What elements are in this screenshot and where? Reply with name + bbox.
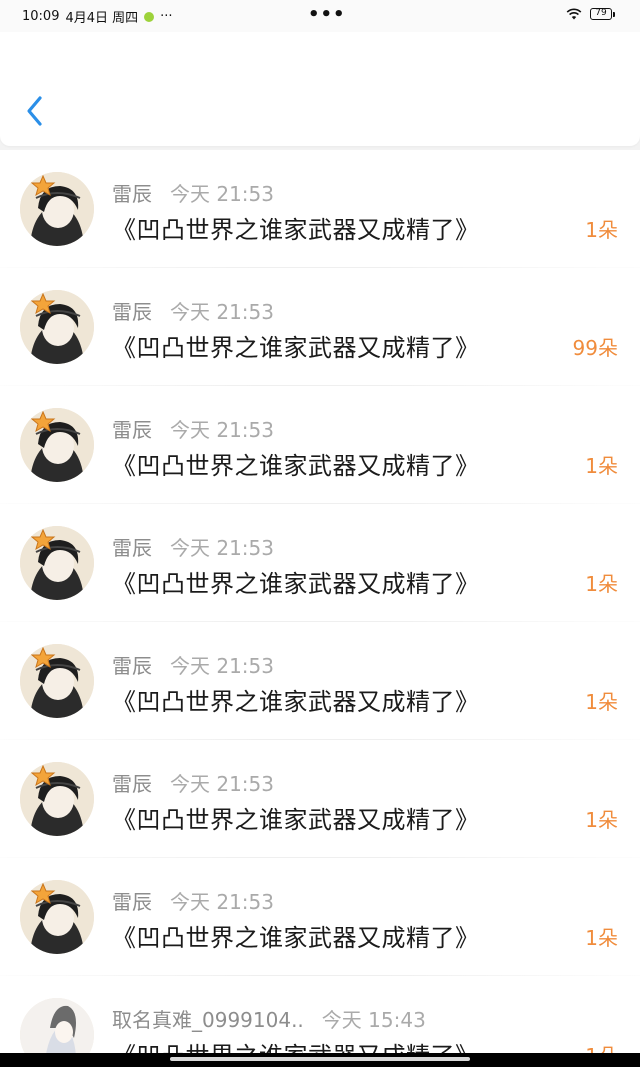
date: 4月4日 周四: [65, 11, 139, 26]
timestamp: 今天 21:53: [170, 182, 274, 206]
timestamp: 今天 21:53: [170, 890, 274, 914]
avatar[interactable]: [20, 880, 94, 954]
avatar-image-icon: [20, 644, 94, 718]
sender-name[interactable]: 雷辰: [112, 772, 152, 796]
system-home-bar: [0, 1053, 640, 1067]
clock: 10:09: [22, 9, 60, 24]
flower-count: 1朵: [585, 690, 618, 714]
sender-line: 雷辰 今天 21:53: [112, 178, 274, 207]
avatar-image-icon: [20, 762, 94, 836]
window-dots-icon[interactable]: •••: [308, 4, 346, 25]
more-notifications-icon: ···: [160, 9, 173, 24]
sender-line: 雷辰 今天 21:53: [112, 414, 274, 443]
sender-line: 雷辰 今天 21:53: [112, 886, 274, 915]
book-title[interactable]: 《凹凸世界之谁家武器又成精了》: [112, 800, 480, 835]
list-item[interactable]: 雷辰 今天 21:53 《凹凸世界之谁家武器又成精了》 1朵: [0, 150, 640, 268]
list-item[interactable]: 雷辰 今天 21:53 《凹凸世界之谁家武器又成精了》 1朵: [0, 622, 640, 740]
list-item[interactable]: 雷辰 今天 21:53 《凹凸世界之谁家武器又成精了》 99朵: [0, 268, 640, 386]
book-title[interactable]: 《凹凸世界之谁家武器又成精了》: [112, 446, 480, 481]
sender-line: 雷辰 今天 21:53: [112, 296, 274, 325]
list-item[interactable]: 雷辰 今天 21:53 《凹凸世界之谁家武器又成精了》 1朵: [0, 504, 640, 622]
sender-name[interactable]: 雷辰: [112, 300, 152, 324]
sender-line: 雷辰 今天 21:53: [112, 768, 274, 797]
timestamp: 今天 21:53: [170, 654, 274, 678]
back-button[interactable]: [20, 94, 50, 128]
status-bar: 10:09 4月4日 周四 ··· ••• 79: [0, 0, 640, 32]
sender-line: 雷辰 今天 21:53: [112, 532, 274, 561]
sender-name[interactable]: 雷辰: [112, 890, 152, 914]
list-item[interactable]: 雷辰 今天 21:53 《凹凸世界之谁家武器又成精了》 1朵: [0, 740, 640, 858]
timestamp: 今天 21:53: [170, 772, 274, 796]
avatar-image-icon: [20, 290, 94, 364]
timestamp: 今天 21:53: [170, 418, 274, 442]
timestamp: 今天 15:43: [321, 1008, 426, 1032]
avatar-image-icon: [20, 172, 94, 246]
sender-name[interactable]: 雷辰: [112, 654, 152, 678]
sender-line: 雷辰 今天 21:53: [112, 650, 274, 679]
sender-name[interactable]: 取名真难_0999104..: [112, 1008, 304, 1032]
flower-count: 1朵: [585, 808, 618, 832]
avatar[interactable]: [20, 290, 94, 364]
book-title[interactable]: 《凹凸世界之谁家武器又成精了》: [112, 564, 480, 599]
sender-name[interactable]: 雷辰: [112, 182, 152, 206]
book-title[interactable]: 《凹凸世界之谁家武器又成精了》: [112, 682, 480, 717]
book-title[interactable]: 《凹凸世界之谁家武器又成精了》: [112, 328, 480, 363]
avatar[interactable]: [20, 408, 94, 482]
avatar[interactable]: [20, 762, 94, 836]
avatar-image-icon: [20, 408, 94, 482]
sender-name[interactable]: 雷辰: [112, 418, 152, 442]
flower-count: 1朵: [585, 454, 618, 478]
avatar[interactable]: [20, 644, 94, 718]
timestamp: 今天 21:53: [170, 536, 274, 560]
avatar-image-icon: [20, 880, 94, 954]
status-right: 79: [566, 8, 615, 20]
book-title[interactable]: 《凹凸世界之谁家武器又成精了》: [112, 210, 480, 245]
avatar-image-icon: [20, 526, 94, 600]
sender-line: 取名真难_0999104.. 今天 15:43: [112, 1004, 426, 1033]
sender-name[interactable]: 雷辰: [112, 536, 152, 560]
list-item[interactable]: 雷辰 今天 21:53 《凹凸世界之谁家武器又成精了》 1朵: [0, 386, 640, 504]
wifi-icon: [566, 8, 582, 20]
status-left: 10:09 4月4日 周四 ···: [22, 7, 173, 26]
gift-record-list[interactable]: 雷辰 今天 21:53 《凹凸世界之谁家武器又成精了》 1朵 雷辰 今天 21:53…: [0, 150, 640, 1067]
flower-count: 1朵: [585, 572, 618, 596]
flower-count: 1朵: [585, 926, 618, 950]
flower-count: 99朵: [572, 336, 618, 360]
notification-dot-icon: [144, 11, 155, 22]
list-item[interactable]: 雷辰 今天 21:53 《凹凸世界之谁家武器又成精了》 1朵: [0, 858, 640, 976]
timestamp: 今天 21:53: [170, 300, 274, 324]
battery-icon: 79: [590, 8, 615, 20]
home-indicator[interactable]: [170, 1057, 470, 1061]
avatar[interactable]: [20, 172, 94, 246]
nav-header: [0, 32, 640, 146]
flower-count: 1朵: [585, 218, 618, 242]
avatar[interactable]: [20, 526, 94, 600]
book-title[interactable]: 《凹凸世界之谁家武器又成精了》: [112, 918, 480, 953]
